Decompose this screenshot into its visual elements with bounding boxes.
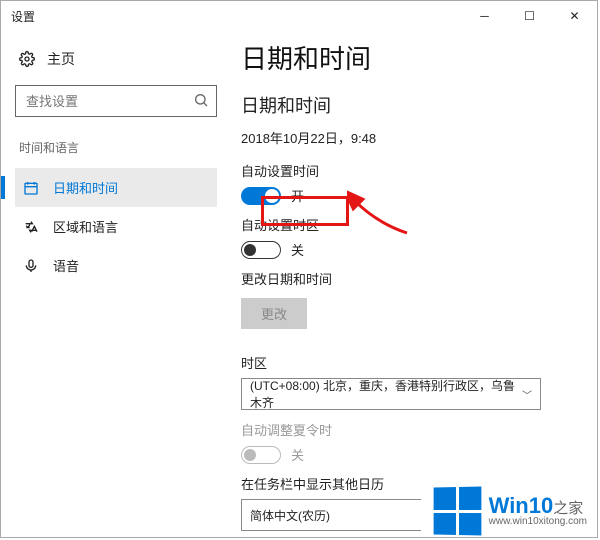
sidebar: 主页 时间和语言 日期和时间 区域和语言 语音 [1, 31, 231, 537]
page-title: 日期和时间 [241, 39, 579, 76]
auto-time-label: 自动设置时间 [241, 161, 579, 180]
branding-logo: Win10之家 www.win10xitong.com [421, 481, 591, 537]
window-title: 设置 [11, 8, 35, 25]
sidebar-item-label: 日期和时间 [53, 178, 118, 197]
branding-text: Win10之家 www.win10xitong.com [489, 495, 587, 527]
dst-toggle-row: 关 [241, 445, 579, 464]
windows-logo-icon [433, 486, 481, 535]
auto-time-toggle[interactable] [241, 187, 281, 205]
current-datetime: 2018年10月22日，9:48 [241, 128, 579, 147]
taskbar-calendar-select[interactable]: 简体中文(农历) ﹀ [241, 499, 441, 531]
home-link[interactable]: 主页 [19, 49, 217, 69]
home-label: 主页 [47, 49, 75, 69]
search-icon [193, 92, 209, 108]
chevron-down-icon: ﹀ [522, 387, 532, 402]
change-datetime-label: 更改日期和时间 [241, 269, 579, 288]
main-panel: 日期和时间 日期和时间 2018年10月22日，9:48 自动设置时间 开 自动… [231, 31, 597, 537]
clock-icon [23, 180, 39, 196]
auto-tz-toggle-row: 关 [241, 240, 579, 259]
auto-time-state: 开 [291, 186, 304, 205]
section-title: 日期和时间 [241, 92, 579, 118]
auto-tz-toggle[interactable] [241, 241, 281, 259]
search-input[interactable] [15, 85, 217, 117]
timezone-label: 时区 [241, 353, 579, 372]
timezone-value: (UTC+08:00) 北京，重庆，香港特别行政区，乌鲁木齐 [250, 377, 522, 411]
mic-icon [23, 258, 39, 274]
close-button[interactable]: ✕ [552, 1, 597, 31]
dst-state: 关 [291, 445, 304, 464]
category-label: 时间和语言 [19, 139, 217, 156]
dst-label: 自动调整夏令时 [241, 420, 579, 439]
timezone-select[interactable]: (UTC+08:00) 北京，重庆，香港特别行政区，乌鲁木齐 ﹀ [241, 378, 541, 410]
dst-toggle [241, 446, 281, 464]
minimize-button[interactable]: ─ [462, 1, 507, 31]
sidebar-item-label: 语音 [53, 256, 79, 275]
sidebar-item-datetime[interactable]: 日期和时间 [15, 168, 217, 207]
maximize-button[interactable]: ☐ [507, 1, 552, 31]
auto-tz-label: 自动设置时区 [241, 215, 579, 234]
sidebar-item-label: 区域和语言 [53, 217, 118, 236]
globe-icon [23, 219, 39, 235]
content-area: 主页 时间和语言 日期和时间 区域和语言 语音 日期和时间 日期和时间 [1, 31, 597, 537]
window-controls: ─ ☐ ✕ [462, 1, 597, 31]
auto-tz-state: 关 [291, 240, 304, 259]
taskbar-calendar-value: 简体中文(农历) [250, 507, 330, 524]
settings-window: 设置 ─ ☐ ✕ 主页 时间和语言 日期和时间 区域和语言 [0, 0, 598, 538]
auto-time-toggle-row: 开 [241, 186, 579, 205]
change-button[interactable]: 更改 [241, 298, 307, 329]
search-wrap [15, 85, 217, 117]
gear-icon [19, 51, 35, 67]
sidebar-item-region[interactable]: 区域和语言 [15, 207, 217, 246]
titlebar: 设置 ─ ☐ ✕ [1, 1, 597, 31]
sidebar-item-speech[interactable]: 语音 [15, 246, 217, 285]
